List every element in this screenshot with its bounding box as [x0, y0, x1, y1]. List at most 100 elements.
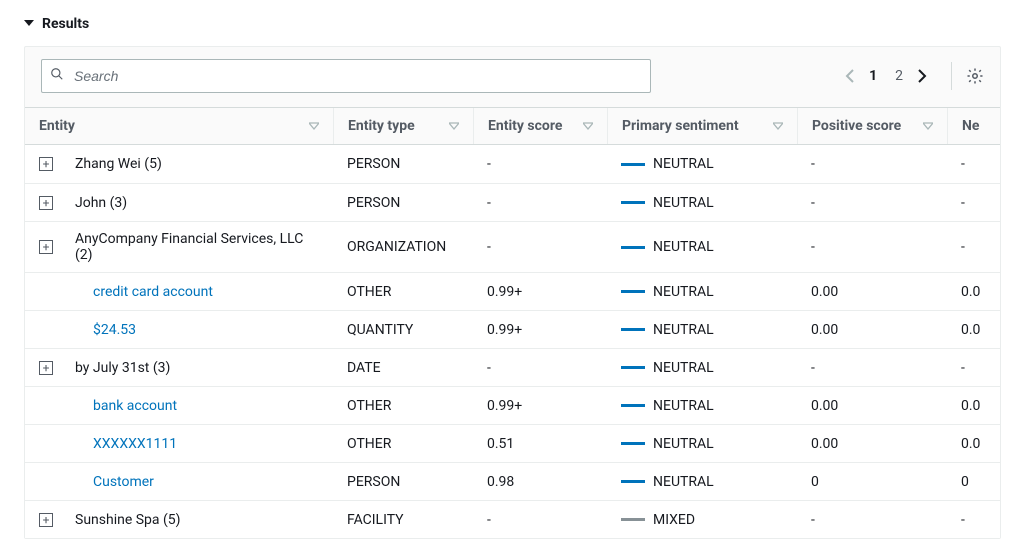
expand-button[interactable]: +: [39, 361, 53, 375]
search-input[interactable]: [41, 59, 651, 93]
cell-type: OTHER: [333, 275, 473, 309]
sentiment-text: NEUTRAL: [653, 398, 714, 414]
cell-entity: Sunshine Spa (5): [61, 503, 333, 537]
col-score[interactable]: Entity score: [473, 108, 607, 144]
cell-sentiment: NEUTRAL: [607, 427, 797, 461]
sentiment-text: MIXED: [653, 512, 695, 528]
cell-type: PERSON: [333, 186, 473, 220]
cell-positive: -: [797, 186, 947, 220]
col-positive-label: Positive score: [812, 118, 901, 134]
toolbar-divider: [951, 62, 952, 90]
col-sentiment[interactable]: Primary sentiment: [607, 108, 797, 144]
cell-negative: 0: [947, 465, 995, 499]
entity-text: John (3): [75, 195, 127, 211]
cell-score: 0.99+: [473, 275, 607, 309]
gear-icon[interactable]: [966, 67, 984, 85]
cell-sentiment: NEUTRAL: [607, 275, 797, 309]
page-2[interactable]: 2: [891, 66, 907, 86]
results-header[interactable]: Results: [24, 16, 1001, 32]
filter-icon: [449, 121, 459, 131]
cell-type: DATE: [333, 351, 473, 385]
cell-type: PERSON: [333, 465, 473, 499]
sentiment-text: NEUTRAL: [653, 284, 714, 300]
expand-cell: +: [25, 196, 61, 210]
filter-icon: [773, 121, 783, 131]
cell-sentiment: NEUTRAL: [607, 147, 797, 181]
col-entity[interactable]: Entity: [25, 108, 333, 144]
cell-type: PERSON: [333, 147, 473, 181]
cell-score: -: [473, 230, 607, 264]
table-row: XXXXXX1111 OTHER0.51NEUTRAL0.000.0: [25, 424, 1000, 462]
results-table: Entity Entity type Entity score Primary …: [25, 107, 1000, 538]
col-positive[interactable]: Positive score: [797, 108, 947, 144]
expand-cell: +: [25, 240, 61, 254]
expand-button[interactable]: +: [39, 196, 53, 210]
sentiment-text: NEUTRAL: [653, 360, 714, 376]
cell-positive: 0.00: [797, 427, 947, 461]
col-type[interactable]: Entity type: [333, 108, 473, 144]
col-negative[interactable]: Ne: [947, 108, 995, 144]
cell-entity: XXXXXX1111: [61, 427, 333, 461]
cell-entity: by July 31st (3): [61, 351, 333, 385]
cell-positive: 0: [797, 465, 947, 499]
next-page-button[interactable]: [917, 69, 927, 83]
sentiment-bar-icon: [621, 163, 645, 166]
cell-score: -: [473, 147, 607, 181]
cell-sentiment: NEUTRAL: [607, 351, 797, 385]
cell-score: -: [473, 503, 607, 537]
expand-cell: +: [25, 361, 61, 375]
cell-positive: 0.00: [797, 313, 947, 347]
cell-sentiment: NEUTRAL: [607, 465, 797, 499]
table-row: +by July 31st (3)DATE-NEUTRAL--: [25, 348, 1000, 386]
table-row: +Sunshine Spa (5)FACILITY-MIXED--: [25, 500, 1000, 538]
cell-negative: 0.0: [947, 389, 995, 423]
sentiment-bar-icon: [621, 404, 645, 407]
sentiment-bar-icon: [621, 442, 645, 445]
cell-entity: AnyCompany Financial Services, LLC (2): [61, 222, 333, 272]
sentiment-text: NEUTRAL: [653, 156, 714, 172]
results-panel: 1 2 Entity Entity type: [24, 46, 1001, 539]
cell-sentiment: NEUTRAL: [607, 389, 797, 423]
entity-link[interactable]: Customer: [75, 474, 154, 490]
table-row: credit card accountOTHER0.99+NEUTRAL0.00…: [25, 272, 1000, 310]
cell-score: 0.51: [473, 427, 607, 461]
cell-positive: -: [797, 351, 947, 385]
entity-text: Zhang Wei (5): [75, 156, 162, 172]
cell-entity: Customer: [61, 465, 333, 499]
sentiment-text: NEUTRAL: [653, 239, 714, 255]
entity-link[interactable]: bank account: [75, 398, 177, 414]
sentiment-bar-icon: [621, 290, 645, 293]
filter-icon: [583, 121, 593, 131]
page-1[interactable]: 1: [865, 66, 881, 86]
col-score-label: Entity score: [488, 118, 562, 134]
entity-link[interactable]: XXXXXX1111: [75, 436, 177, 452]
prev-page-button[interactable]: [845, 69, 855, 83]
cell-score: -: [473, 186, 607, 220]
cell-negative: -: [947, 147, 995, 181]
cell-type: QUANTITY: [333, 313, 473, 347]
entity-link[interactable]: $24.53: [75, 322, 136, 338]
cell-negative: 0.0: [947, 313, 995, 347]
expand-cell: +: [25, 513, 61, 527]
cell-sentiment: NEUTRAL: [607, 186, 797, 220]
sentiment-text: NEUTRAL: [653, 195, 714, 211]
sentiment-bar-icon: [621, 480, 645, 483]
cell-positive: 0.00: [797, 389, 947, 423]
entity-text: Sunshine Spa (5): [75, 512, 181, 528]
expand-button[interactable]: +: [39, 513, 53, 527]
cell-entity: credit card account: [61, 275, 333, 309]
cell-score: 0.98: [473, 465, 607, 499]
cell-negative: 0.0: [947, 427, 995, 461]
cell-score: -: [473, 351, 607, 385]
cell-negative: -: [947, 351, 995, 385]
cell-negative: -: [947, 503, 995, 537]
sentiment-bar-icon: [621, 328, 645, 331]
cell-entity: John (3): [61, 186, 333, 220]
entity-text: by July 31st (3): [75, 360, 170, 376]
caret-down-icon: [24, 16, 34, 32]
cell-type: OTHER: [333, 427, 473, 461]
entity-link[interactable]: credit card account: [75, 284, 213, 300]
expand-button[interactable]: +: [39, 240, 53, 254]
sentiment-text: NEUTRAL: [653, 474, 714, 490]
expand-button[interactable]: +: [39, 157, 53, 171]
